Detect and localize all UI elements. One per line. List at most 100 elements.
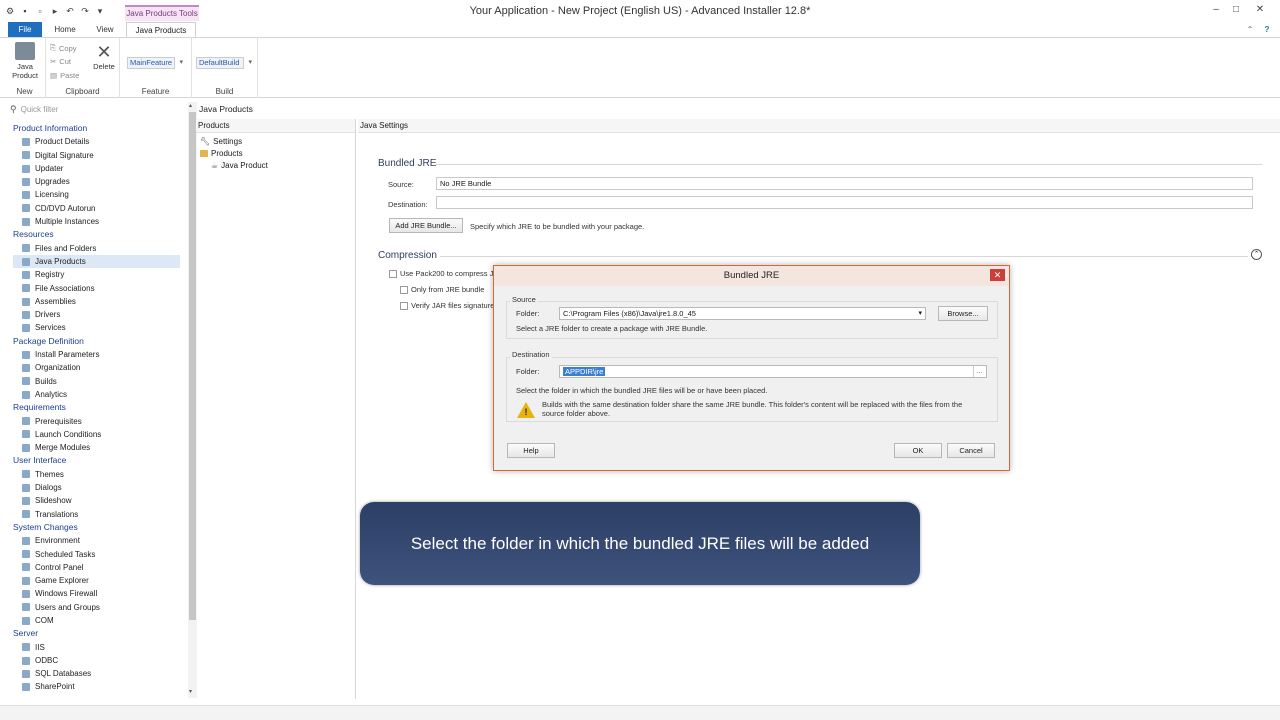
destination-folder-input[interactable]: APPDIR\jre... [559,365,987,378]
sidebar-item[interactable]: Control Panel [13,561,180,574]
tree-item-products[interactable]: Products [200,147,243,159]
sidebar-item[interactable]: Multiple Instances [13,215,180,228]
tab-home[interactable]: Home [50,22,80,37]
left-navigation: ⚲ Quick filter Product Information Produc… [6,102,197,698]
nav-section-title[interactable]: Resources [13,228,180,241]
nav-section-title[interactable]: Package Definition [13,335,180,348]
destination-field[interactable] [436,196,1253,209]
sidebar-item[interactable]: Assemblies [13,295,180,308]
sidebar-item[interactable]: Slideshow [13,494,180,507]
tab-file[interactable]: File [8,22,42,37]
sidebar-item[interactable]: SQL Databases [13,667,180,680]
source-field[interactable]: No JRE Bundle [436,177,1253,190]
page-icon [22,204,30,213]
scroll-thumb[interactable] [189,112,196,620]
dialog-close-button[interactable]: ✕ [990,269,1005,281]
app-icon[interactable]: ⚙ [4,5,16,17]
sidebar-item[interactable]: Services [13,321,180,334]
paste-icon: ▤ [50,71,58,80]
page-icon [22,164,30,173]
close-window-button[interactable]: ✕ [1250,3,1270,17]
sidebar-item[interactable]: Licensing [13,188,180,201]
nav-section-title[interactable]: Requirements [13,401,180,414]
sidebar-item[interactable]: Merge Modules [13,441,180,454]
sidebar-item[interactable]: Registry [13,268,180,281]
sidebar-item[interactable]: Launch Conditions [13,428,180,441]
save-icon[interactable]: ▪ [19,5,31,17]
tree-item-settings[interactable]: 🔧︎ Settings [200,135,242,147]
page-icon [22,257,30,266]
sidebar-item[interactable]: IIS [13,641,180,654]
sidebar-item[interactable]: Updater [13,162,180,175]
source-folder-select[interactable]: C:\Program Files (x86)\Java\jre1.8.0_45 ▾ [559,307,926,320]
source-browse-button[interactable]: Browse... [938,306,988,321]
sidebar-item[interactable]: SharePoint [13,680,180,693]
sidebar-item[interactable]: Analytics [13,388,180,401]
add-jre-bundle-button[interactable]: Add JRE Bundle... [389,218,463,233]
redo-icon[interactable]: ↷ [79,5,91,17]
cancel-button[interactable]: Cancel [947,443,995,458]
quick-filter-input[interactable]: ⚲ Quick filter [6,102,186,116]
collapse-ribbon-icon[interactable]: ⌃ [1244,22,1256,37]
nav-section-title[interactable]: Server [13,627,180,640]
help-button[interactable]: Help [507,443,555,458]
sidebar-item-label: Merge Modules [35,443,91,453]
copy-button[interactable]: ⎘ Copy [50,43,77,53]
delete-button[interactable]: ✕ Delete [90,42,118,71]
sidebar-item[interactable]: Java Products [13,254,180,269]
dialog-title: Bundled JRE [494,266,1009,286]
sidebar-item[interactable]: Upgrades [13,175,180,188]
sidebar-item[interactable]: Files and Folders [13,242,180,255]
destination-browse-button[interactable]: ... [973,366,985,377]
java-product-button[interactable]: Java Product [8,42,42,80]
copy-icon: ⎘ [50,43,56,52]
sidebar-item[interactable]: Users and Groups [13,601,180,614]
sidebar-item[interactable]: Install Parameters [13,348,180,361]
build-combo[interactable]: DefaultBuild ▾ [196,57,252,69]
nav-section-title[interactable]: User Interface [13,454,180,467]
tree-item-java-product[interactable]: ☕︎ Java Product [211,159,268,171]
paste-button[interactable]: ▤ Paste [50,71,79,80]
help-icon[interactable]: ? [1260,22,1274,37]
sidebar-item[interactable]: Scheduled Tasks [13,548,180,561]
collapse-section-icon[interactable]: ⌃ [1251,249,1262,260]
scroll-down-icon[interactable]: ▾ [189,688,192,695]
ok-button[interactable]: OK [894,443,942,458]
sidebar-item[interactable]: Prerequisites [13,415,180,428]
nav-section-title[interactable]: Product Information [13,122,180,135]
customize-icon[interactable]: ▾ [94,5,106,17]
section-divider [440,256,1248,257]
sidebar-item[interactable]: Drivers [13,308,180,321]
sidebar-item[interactable]: Game Explorer [13,574,180,587]
verify-jar-checkbox[interactable]: Verify JAR files signature [400,301,494,310]
use-pack200-checkbox[interactable]: Use Pack200 to compress JAR [389,269,504,278]
maximize-button[interactable]: □ [1226,3,1246,17]
sidebar-item[interactable]: File Associations [13,282,180,295]
sidebar-item[interactable]: Environment [13,534,180,547]
page-icon [22,550,30,559]
feature-combo[interactable]: MainFeature ▾ [127,57,183,69]
sidebar-item[interactable]: Digital Signature [13,149,180,162]
tab-view[interactable]: View [90,22,120,37]
undo-icon[interactable]: ↶ [64,5,76,17]
scroll-up-icon[interactable]: ▴ [189,102,192,109]
sidebar-item[interactable]: Windows Firewall [13,587,180,600]
sidebar-item[interactable]: Organization [13,361,180,374]
only-from-jre-checkbox[interactable]: Only from JRE bundle [400,285,484,294]
nav-section-title[interactable]: System Changes [13,521,180,534]
tab-java-products[interactable]: Java Products [126,22,196,37]
sidebar-item[interactable]: CD/DVD Autorun [13,202,180,215]
sidebar-item[interactable]: Builds [13,375,180,388]
sidebar-item[interactable]: Themes [13,468,180,481]
sidebar-item[interactable]: ODBC [13,654,180,667]
sidebar-item[interactable]: Product Details [13,135,180,148]
cut-button[interactable]: ✂ Cut [50,57,71,66]
bundled-jre-dialog: Bundled JRE ✕ Source Folder: C:\Program … [493,265,1010,471]
ribbon: Java Product New ⎘ Copy ✂ Cut ▤ Paste ✕ Del… [0,37,1280,98]
build-icon[interactable]: ▸ [49,5,61,17]
sidebar-item[interactable]: Dialogs [13,481,180,494]
sidebar-item[interactable]: Translations [13,508,180,521]
sidebar-item[interactable]: COM [13,614,180,627]
minimize-button[interactable]: – [1206,3,1226,17]
new-icon[interactable]: ▫ [34,5,46,17]
